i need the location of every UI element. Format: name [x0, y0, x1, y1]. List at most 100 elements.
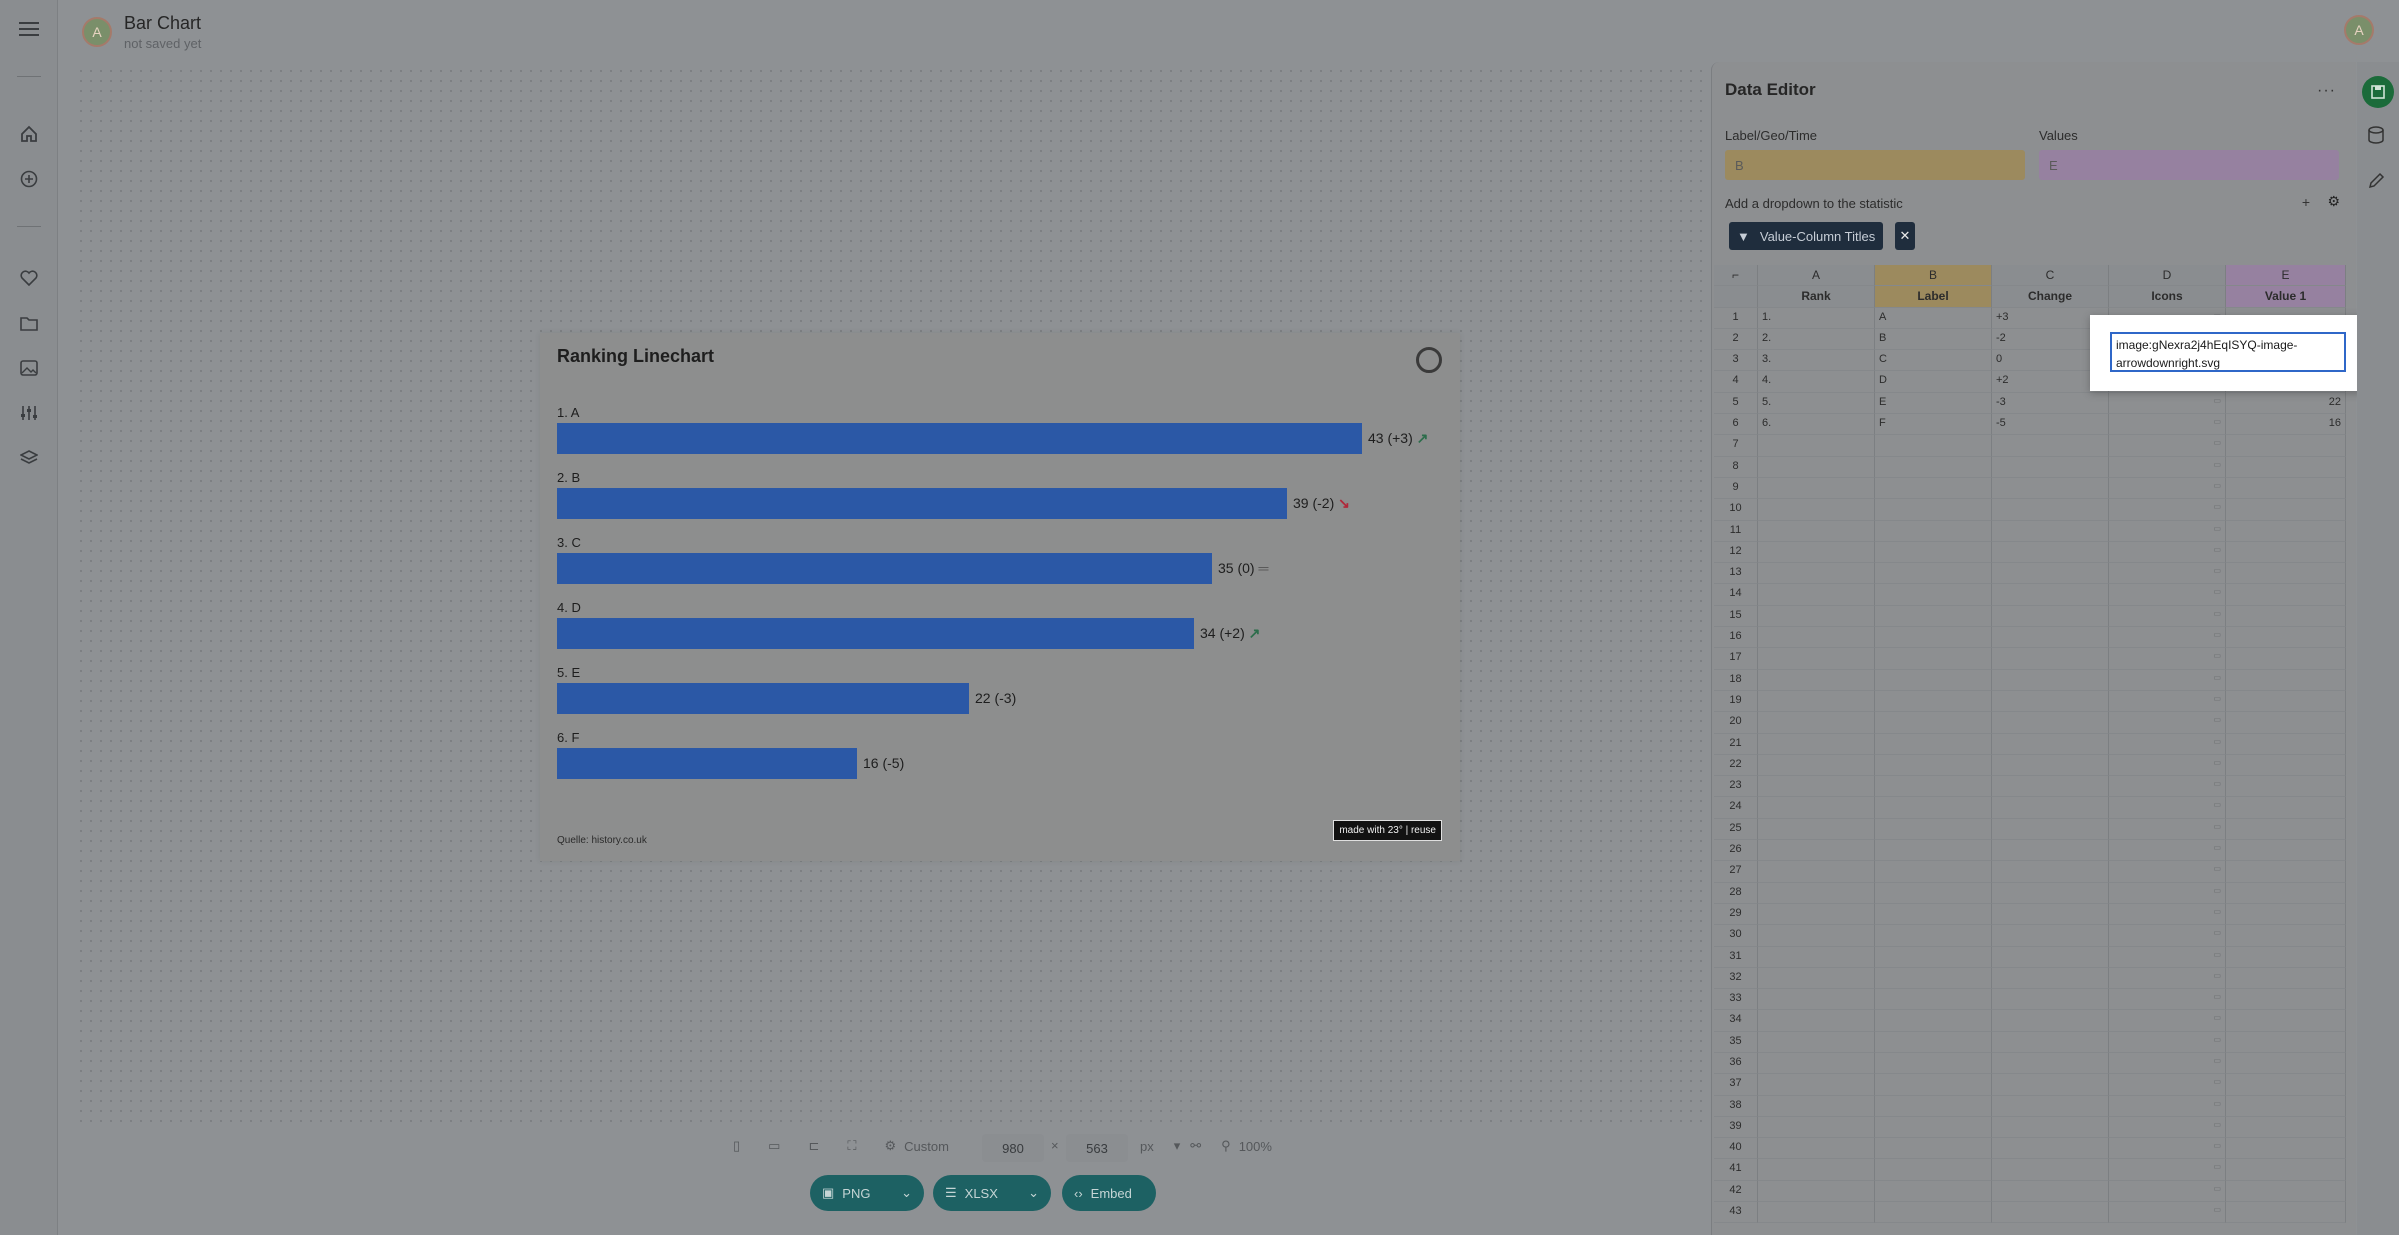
table-cell[interactable]: [2226, 754, 2346, 777]
image-icon[interactable]: ▭: [2213, 545, 2221, 554]
table-cell[interactable]: [1758, 712, 1875, 734]
table-cell[interactable]: Change: [1992, 286, 2109, 308]
table-cell[interactable]: [1992, 690, 2109, 713]
table-cell[interactable]: 3.: [1758, 350, 1875, 372]
avatar[interactable]: A: [82, 17, 112, 47]
size-preset[interactable]: Custom: [904, 1139, 949, 1154]
height-input[interactable]: 563: [1066, 1134, 1128, 1162]
table-cell[interactable]: [1992, 967, 2109, 990]
table-cell[interactable]: [1875, 1031, 1992, 1053]
row-number[interactable]: 39: [1714, 1116, 1758, 1139]
table-cell[interactable]: [1758, 818, 1875, 841]
bar[interactable]: [557, 683, 969, 714]
table-cell[interactable]: [1992, 499, 2109, 521]
image-icon[interactable]: ▭: [2213, 864, 2221, 873]
table-cell[interactable]: [2226, 669, 2346, 691]
row-number[interactable]: 20: [1714, 712, 1758, 734]
home-icon[interactable]: [12, 117, 46, 151]
table-cell[interactable]: [1758, 520, 1875, 542]
table-cell[interactable]: [1992, 861, 2109, 883]
row-number[interactable]: 15: [1714, 605, 1758, 628]
save-button[interactable]: [2362, 76, 2394, 108]
image-icon[interactable]: ▭: [2213, 843, 2221, 852]
table-cell[interactable]: [1758, 882, 1875, 904]
table-cell[interactable]: ▭: [2109, 1159, 2226, 1181]
table-cell[interactable]: [1758, 1116, 1875, 1139]
table-cell[interactable]: [2226, 1095, 2346, 1117]
table-cell[interactable]: [1992, 989, 2109, 1011]
table-cell[interactable]: [2226, 733, 2346, 755]
table-cell[interactable]: [1875, 435, 1992, 457]
table-cell[interactable]: [1992, 456, 2109, 478]
table-cell[interactable]: [2226, 1010, 2346, 1032]
column-header[interactable]: D: [2109, 265, 2226, 287]
table-cell[interactable]: [1875, 1202, 1992, 1224]
image-icon[interactable]: [12, 351, 46, 385]
image-icon[interactable]: ▭: [2213, 609, 2221, 618]
table-cell[interactable]: [1992, 648, 2109, 670]
table-cell[interactable]: [2226, 861, 2346, 883]
image-icon[interactable]: ▭: [2213, 1035, 2221, 1044]
table-cell[interactable]: [1758, 840, 1875, 862]
laptop-icon[interactable]: ⊏: [808, 1138, 819, 1154]
row-number[interactable]: 41: [1714, 1159, 1758, 1181]
table-cell[interactable]: [1875, 882, 1992, 904]
table-cell[interactable]: [1992, 435, 2109, 457]
row-number[interactable]: 40: [1714, 1138, 1758, 1160]
table-cell[interactable]: [2226, 605, 2346, 628]
bar[interactable]: [557, 488, 1287, 519]
table-cell[interactable]: [1992, 1095, 2109, 1117]
table-cell[interactable]: [1875, 925, 1992, 947]
row-number[interactable]: 25: [1714, 818, 1758, 841]
row-number[interactable]: 7: [1714, 435, 1758, 457]
table-cell[interactable]: [1875, 967, 1992, 990]
table-cell[interactable]: [1758, 1052, 1875, 1075]
table-cell[interactable]: [1758, 435, 1875, 457]
xlsx-export-button[interactable]: ☰ XLSX ⌄: [933, 1175, 1051, 1211]
menu-icon[interactable]: [12, 12, 46, 46]
image-icon[interactable]: ▭: [2213, 502, 2221, 511]
table-cell[interactable]: [1875, 1095, 1992, 1117]
image-icon[interactable]: ▭: [2213, 1013, 2221, 1022]
table-cell[interactable]: ▭: [2109, 392, 2226, 415]
gear-icon[interactable]: ⚙: [884, 1138, 896, 1154]
table-cell[interactable]: [1758, 1010, 1875, 1032]
close-icon[interactable]: ✕: [1895, 222, 1915, 250]
table-cell[interactable]: [2226, 1074, 2346, 1096]
table-cell[interactable]: [1875, 456, 1992, 478]
row-number[interactable]: 14: [1714, 584, 1758, 606]
image-icon[interactable]: ▭: [2213, 950, 2221, 959]
image-icon[interactable]: ▭: [2213, 481, 2221, 490]
table-cell[interactable]: [1758, 1074, 1875, 1096]
table-cell[interactable]: 2.: [1758, 328, 1875, 351]
table-cell[interactable]: ▭: [2109, 541, 2226, 564]
table-cell[interactable]: [1875, 499, 1992, 521]
table-cell[interactable]: 5.: [1758, 392, 1875, 415]
table-cell[interactable]: Value 1: [2226, 286, 2346, 308]
image-icon[interactable]: ▭: [2213, 1205, 2221, 1214]
table-cell[interactable]: [1875, 477, 1992, 500]
embed-button[interactable]: ‹› Embed: [1062, 1175, 1156, 1211]
table-cell[interactable]: [1758, 989, 1875, 1011]
row-number[interactable]: 38: [1714, 1095, 1758, 1117]
image-icon[interactable]: ▭: [2213, 673, 2221, 682]
table-cell[interactable]: [1875, 520, 1992, 542]
table-cell[interactable]: ▭: [2109, 477, 2226, 500]
table-cell[interactable]: 22: [2226, 392, 2346, 415]
png-export-button[interactable]: ▣ PNG ⌄: [810, 1175, 924, 1211]
table-cell[interactable]: E: [1875, 392, 1992, 415]
table-cell[interactable]: ▭: [2109, 627, 2226, 649]
table-cell[interactable]: [1875, 840, 1992, 862]
image-icon[interactable]: ▭: [2213, 587, 2221, 596]
table-cell[interactable]: [2226, 435, 2346, 457]
image-icon[interactable]: ▭: [2213, 1099, 2221, 1108]
table-cell[interactable]: [2226, 882, 2346, 904]
values-column-field[interactable]: E: [2039, 150, 2339, 180]
row-number[interactable]: 28: [1714, 882, 1758, 904]
table-cell[interactable]: [1875, 712, 1992, 734]
row-number[interactable]: 21: [1714, 733, 1758, 755]
table-cell[interactable]: Rank: [1758, 286, 1875, 308]
table-cell[interactable]: [1992, 776, 2109, 798]
table-cell[interactable]: [1992, 605, 2109, 628]
table-cell[interactable]: [1758, 946, 1875, 968]
